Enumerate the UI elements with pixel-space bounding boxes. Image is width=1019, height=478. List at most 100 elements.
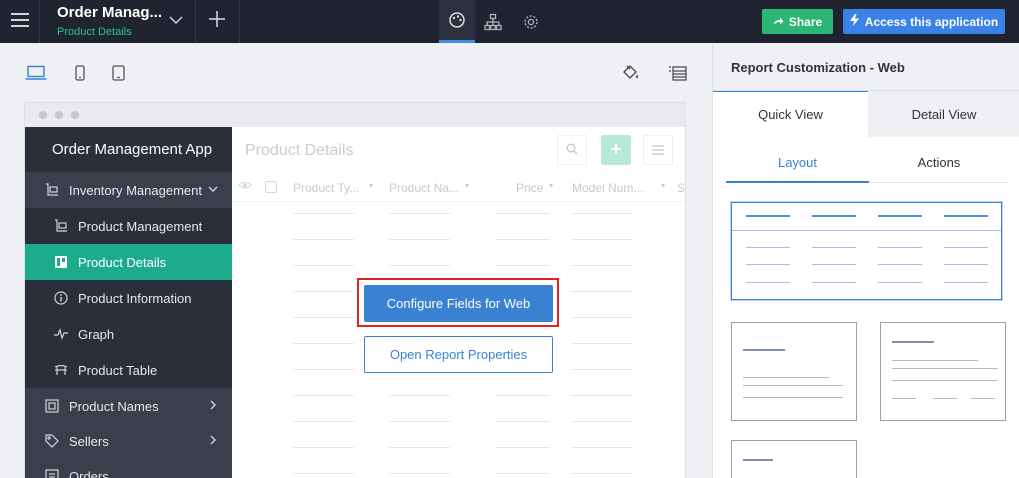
column-header[interactable]: Product Ty... <box>293 181 359 195</box>
chevron-down-icon[interactable] <box>167 11 185 29</box>
sidebar-item-label: Inventory Management <box>69 182 202 198</box>
skeleton-line <box>389 265 450 266</box>
table-icon <box>54 363 68 377</box>
gear-icon[interactable] <box>513 0 549 43</box>
panel-title: Report Customization - Web <box>713 43 1019 91</box>
skeleton-line <box>572 369 632 370</box>
menu-icon[interactable] <box>11 13 29 27</box>
layout-option-table[interactable] <box>731 202 1002 300</box>
sidebar-item-product-information[interactable]: Product Information <box>25 280 232 316</box>
sidebar-item-label: Orders <box>69 468 109 478</box>
tab-quick-view[interactable]: Quick View <box>713 91 868 137</box>
skeleton-line <box>442 213 450 214</box>
skeleton-line <box>495 265 550 266</box>
skeleton-line <box>389 239 450 240</box>
bolt-icon <box>849 14 859 29</box>
skeleton-line <box>572 291 632 292</box>
layout-option-detail[interactable] <box>880 322 1006 421</box>
subtab-actions[interactable]: Actions <box>869 143 1009 183</box>
skeleton-line <box>572 239 632 240</box>
columns-settings-icon[interactable] <box>666 62 690 84</box>
plus-icon <box>610 143 622 158</box>
report-search-button[interactable] <box>557 135 587 165</box>
skeleton-line <box>293 265 354 266</box>
report-customization-panel: Report Customization - Web Quick View De… <box>712 43 1019 478</box>
list-icon <box>45 469 59 478</box>
chevron-down-icon <box>208 183 218 195</box>
window-dot <box>55 111 63 119</box>
divider <box>195 0 196 43</box>
add-icon[interactable] <box>207 9 227 29</box>
sidebar-item-orders[interactable]: Orders <box>25 458 232 478</box>
layout-option-card[interactable] <box>731 322 857 421</box>
sidebar-item-product-management[interactable]: Product Management <box>25 208 232 244</box>
skeleton-line <box>442 239 450 240</box>
sidebar-item-graph[interactable]: Graph <box>25 316 232 352</box>
column-header[interactable]: Model Num... <box>572 181 643 195</box>
report-add-button[interactable] <box>601 135 631 165</box>
sidebar-app-title: Order Management App <box>52 141 213 158</box>
skeleton-line <box>293 343 354 344</box>
window-dot <box>39 111 47 119</box>
tab-detail-view[interactable]: Detail View <box>868 91 1019 137</box>
select-all-checkbox[interactable] <box>265 181 277 193</box>
column-header[interactable]: Price <box>516 181 543 195</box>
sidebar-item-label: Product Names <box>69 398 159 414</box>
skeleton-line <box>293 447 354 448</box>
skeleton-line <box>293 473 354 474</box>
skeleton-line <box>389 213 450 214</box>
share-button[interactable]: Share <box>762 9 833 34</box>
skeleton-line <box>293 369 354 370</box>
configure-fields-button[interactable]: Configure Fields for Web <box>364 285 553 322</box>
sort-caret-icon: ▾ <box>549 181 554 190</box>
skeleton-line <box>572 213 632 214</box>
tablet-icon[interactable] <box>106 62 130 84</box>
column-header[interactable]: Product Na... <box>389 181 459 195</box>
laptop-icon[interactable] <box>24 62 48 84</box>
header-divider <box>232 201 685 202</box>
divider <box>239 0 240 43</box>
app-title[interactable]: Order Manag... <box>57 4 162 21</box>
skeleton-line <box>572 343 632 344</box>
share-arrow-icon <box>773 15 784 29</box>
layout-option-list[interactable] <box>731 440 857 478</box>
subtab-layout[interactable]: Layout <box>726 143 869 183</box>
mobile-icon[interactable] <box>68 62 92 84</box>
skeleton-line <box>572 317 632 318</box>
skeleton-line <box>389 447 450 448</box>
top-bar: Order Manag... Product Details Share Acc… <box>0 0 1019 43</box>
access-label: Access this application <box>864 14 999 29</box>
skeleton-line <box>389 395 450 396</box>
skeleton-line <box>293 317 354 318</box>
report-title: Product Details <box>245 142 354 159</box>
skeleton-line <box>293 395 354 396</box>
skeleton-line <box>495 447 550 448</box>
skeleton-line <box>495 213 550 214</box>
skeleton-line <box>572 447 632 448</box>
eye-icon[interactable] <box>238 179 252 194</box>
skeleton-line <box>572 395 632 396</box>
skeleton-line <box>293 239 354 240</box>
sidebar-item-label: Product Management <box>78 218 203 234</box>
skeleton-line <box>293 421 354 422</box>
skeleton-line <box>442 265 450 266</box>
paint-bucket-icon[interactable] <box>619 62 643 84</box>
access-application-button[interactable]: Access this application <box>843 9 1005 34</box>
sidebar-item-product-names[interactable]: Product Names <box>25 388 232 424</box>
sidebar-item-label: Sellers <box>69 433 109 449</box>
hierarchy-icon[interactable] <box>475 0 511 43</box>
skeleton-line <box>495 395 550 396</box>
sidebar-item-product-details[interactable]: Product Details <box>25 244 232 280</box>
palette-icon[interactable] <box>439 0 475 43</box>
sidebar-item-inventory-management[interactable]: Inventory Management <box>25 172 232 208</box>
open-report-properties-button[interactable]: Open Report Properties <box>364 336 553 373</box>
column-header[interactable]: S <box>677 181 685 195</box>
skeleton-line <box>495 421 550 422</box>
sidebar-item-product-table[interactable]: Product Table <box>25 352 232 388</box>
report-menu-button[interactable] <box>643 135 673 165</box>
sidebar-item-sellers[interactable]: Sellers <box>25 423 232 459</box>
cart-icon <box>54 219 68 233</box>
skeleton-line <box>389 473 450 474</box>
box-icon <box>45 399 59 413</box>
app-sidebar: Order Management App Inventory Managemen… <box>25 127 232 478</box>
